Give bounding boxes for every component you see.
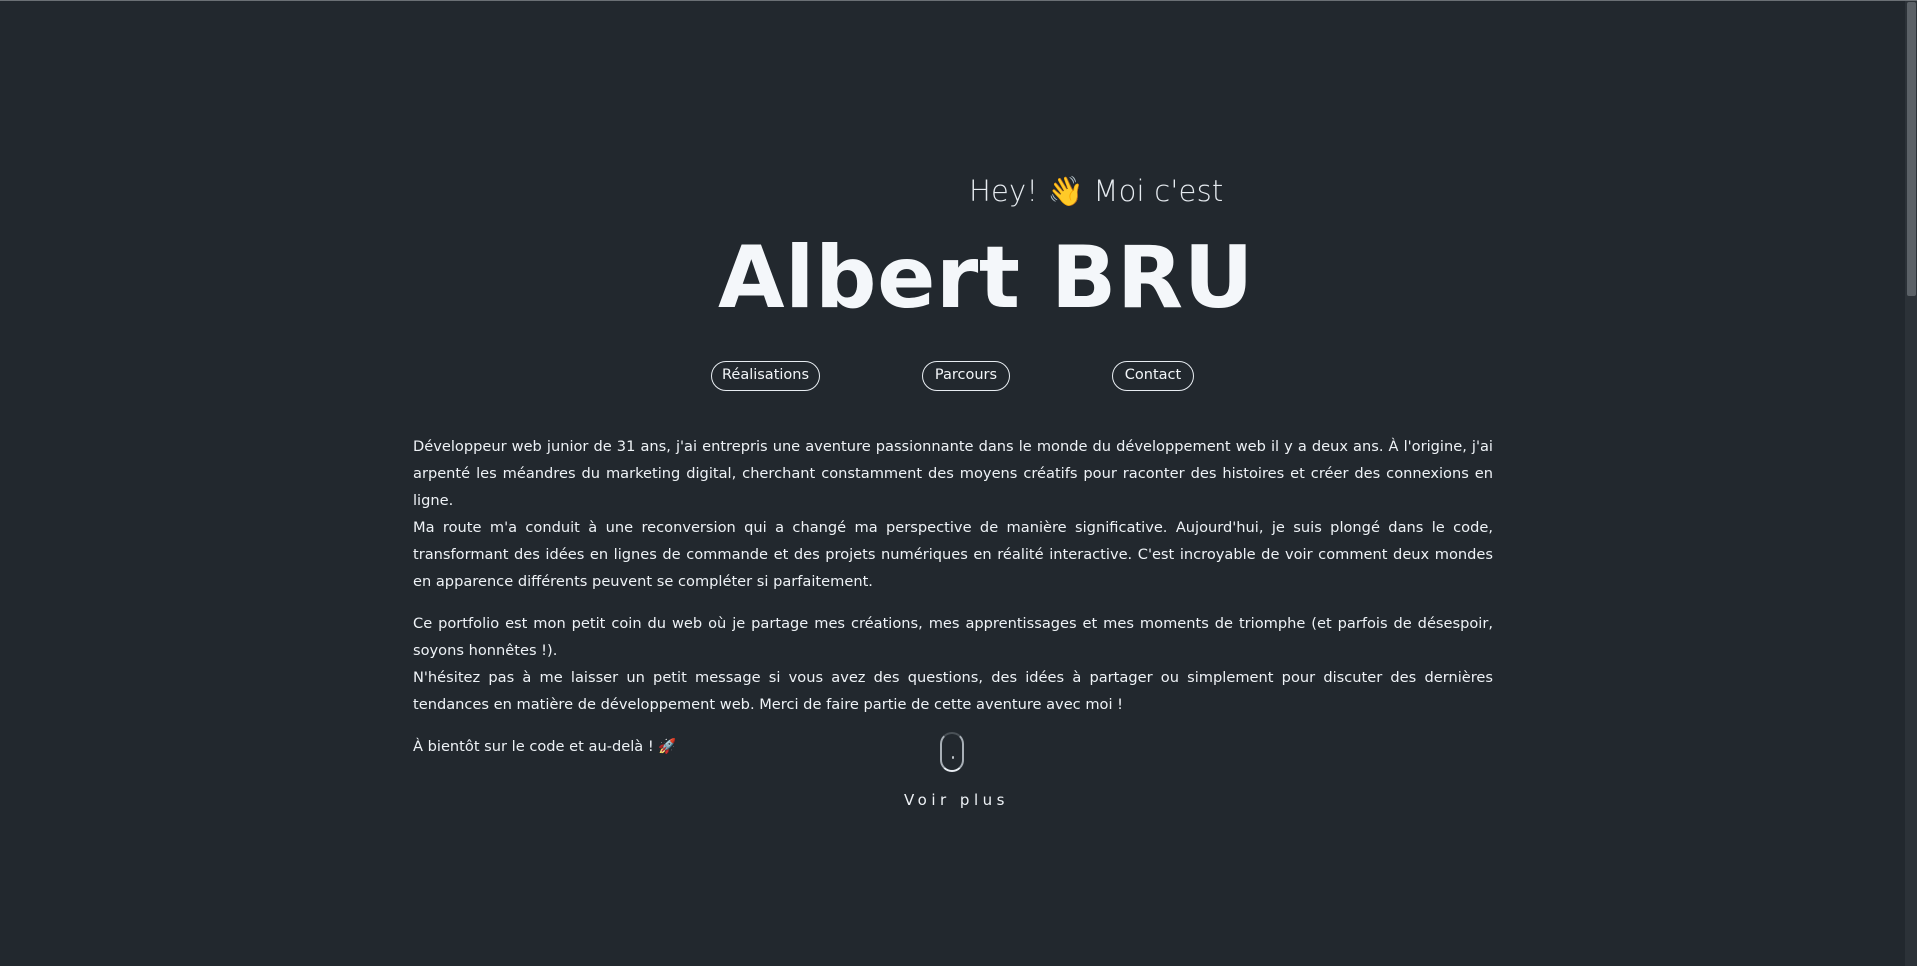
mouse-wheel-dot xyxy=(952,756,954,759)
about-paragraph: Développeur web junior de 31 ans, j'ai e… xyxy=(413,433,1493,595)
nav-button-contact[interactable]: Contact xyxy=(1112,361,1194,391)
about-text: Ma route m'a conduit à une reconversion … xyxy=(413,519,1493,590)
about-section: Développeur web junior de 31 ans, j'ai e… xyxy=(413,433,1493,775)
see-more-label[interactable]: Voir plus xyxy=(0,791,1905,809)
hero-greeting: Hey! 👋 Moi c'est xyxy=(969,174,1224,208)
main-navigation: Réalisations Parcours Contact xyxy=(0,361,1905,393)
about-text: Ce portfolio est mon petit coin du web o… xyxy=(413,615,1493,659)
portfolio-page: Hey! 👋 Moi c'est Albert BRU Réalisations… xyxy=(0,0,1905,966)
about-text: Développeur web junior de 31 ans, j'ai e… xyxy=(413,438,1493,509)
nav-button-realisations[interactable]: Réalisations xyxy=(711,361,820,391)
nav-button-parcours[interactable]: Parcours xyxy=(922,361,1010,391)
about-text: N'hésitez pas à me laisser un petit mess… xyxy=(413,669,1493,713)
about-paragraph: Ce portfolio est mon petit coin du web o… xyxy=(413,610,1493,718)
mouse-scroll-icon[interactable] xyxy=(940,732,964,772)
scrollbar-thumb[interactable] xyxy=(1907,2,1916,296)
hero-name: Albert BRU xyxy=(718,228,1254,328)
